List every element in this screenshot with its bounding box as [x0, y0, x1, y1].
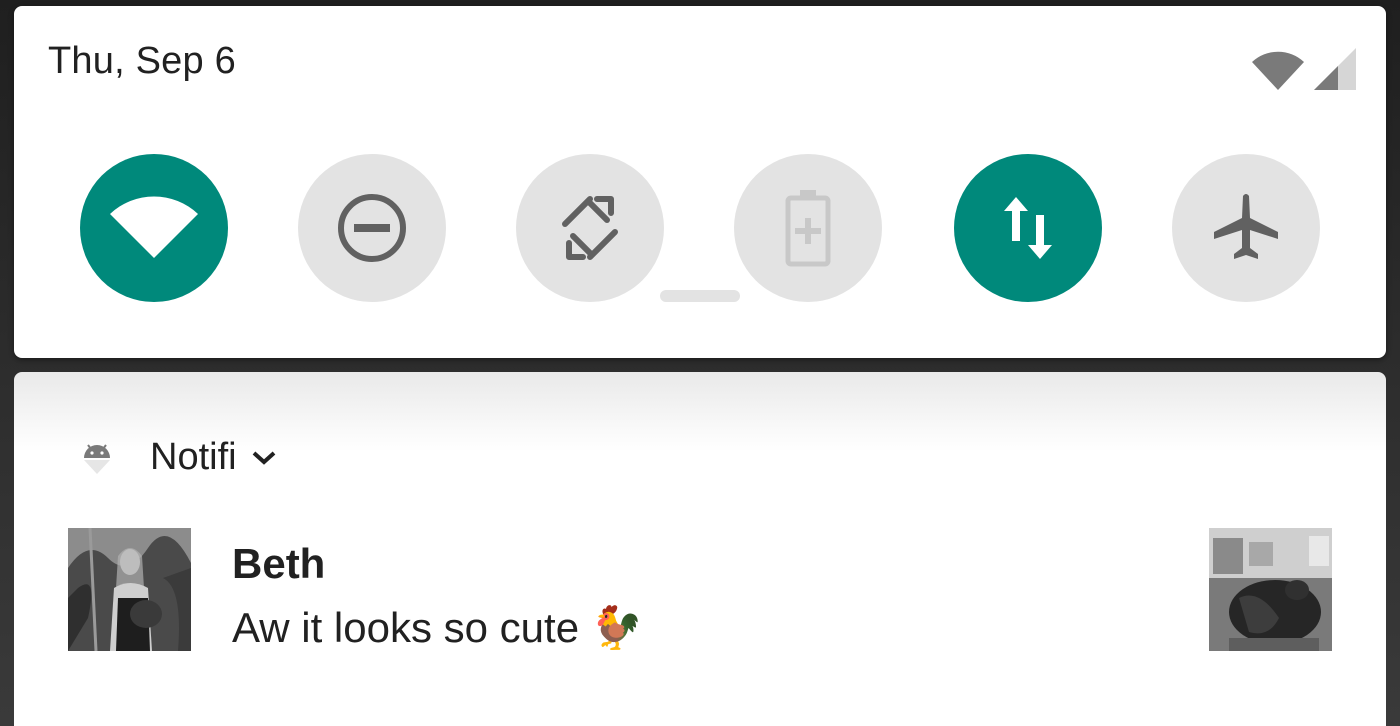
wifi-signal-icon	[1252, 51, 1304, 90]
quick-settings-panel: Thu, Sep 6	[14, 6, 1386, 358]
page-indicator	[660, 290, 740, 302]
tile-wifi[interactable]	[80, 154, 228, 302]
do-not-disturb-icon	[338, 194, 406, 262]
avatar	[68, 528, 191, 651]
date-label: Thu, Sep 6	[48, 40, 236, 82]
tile-mobile-data[interactable]	[954, 154, 1102, 302]
status-icons	[1250, 46, 1356, 90]
battery-saver-icon	[785, 190, 831, 267]
notification-card[interactable]: Notifi Beth Aw it looks so cute 🐓	[14, 372, 1386, 726]
app-name: Notifi	[150, 436, 237, 478]
tile-do-not-disturb[interactable]	[298, 154, 446, 302]
quick-settings-tiles	[14, 154, 1386, 304]
tile-auto-rotate[interactable]	[516, 154, 664, 302]
sender-name: Beth	[232, 540, 326, 587]
chevron-down-icon[interactable]	[251, 449, 277, 467]
notification-header[interactable]: Notifi	[80, 436, 277, 479]
android-icon	[84, 443, 110, 474]
airplane-mode-icon	[1214, 194, 1278, 259]
cell-signal-icon	[1314, 48, 1356, 90]
tile-battery-saver[interactable]	[734, 154, 882, 302]
tile-airplane-mode[interactable]	[1172, 154, 1320, 302]
auto-rotate-icon	[562, 196, 618, 260]
attachment-thumbnail[interactable]	[1209, 528, 1332, 651]
mobile-data-icon	[1004, 197, 1052, 259]
notification-shade: Thu, Sep 6 Notifi Beth Aw it looks so cu…	[0, 0, 1400, 726]
message-text: Aw it looks so cute 🐓	[232, 604, 644, 651]
wifi-icon	[110, 196, 198, 258]
